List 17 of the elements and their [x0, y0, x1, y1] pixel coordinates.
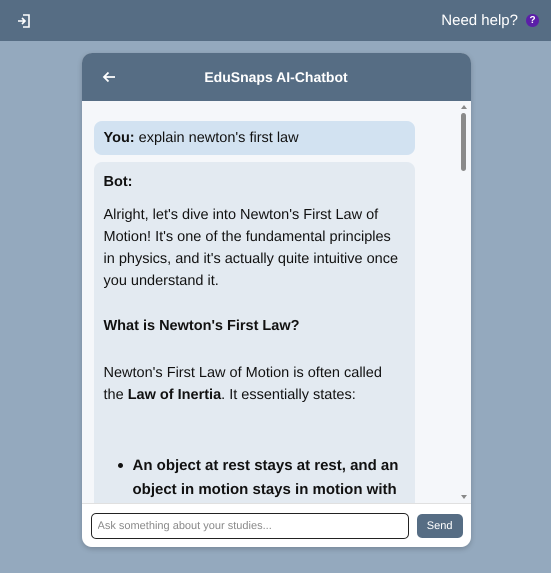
help-icon[interactable]: ? — [526, 14, 539, 27]
scroll-down-icon[interactable] — [460, 494, 468, 500]
bullet-icon — [118, 463, 122, 468]
back-icon[interactable] — [102, 71, 116, 83]
sender-label: Bot: — [104, 174, 134, 190]
message-paragraph: Alright, let's dive into Newton's First Law of Motion! It's one of the fundamental principles in physics, and it's actually quite intuitive once you understand it. — [104, 206, 400, 291]
list-item: An object at rest stays at rest, and an object in motion stays in motion with — [132, 456, 400, 500]
message-heading: What is Newton's First Law? — [104, 318, 300, 334]
message-paragraph: Newton's First Law of Motion is often called the Law of Inertia. It essentially states: — [104, 364, 383, 405]
chat-title: EduSnaps AI-Chatbot — [204, 69, 348, 85]
logout-icon[interactable] — [17, 14, 31, 28]
scrollbar-thumb[interactable] — [461, 113, 466, 171]
message-text: You: explain newton's first law — [104, 130, 299, 146]
send-button[interactable]: Send — [416, 514, 462, 538]
scroll-up-icon[interactable] — [460, 104, 468, 110]
message-input[interactable]: Ask something about your studies... — [90, 512, 409, 538]
help-link[interactable]: Need help? — [441, 12, 518, 29]
